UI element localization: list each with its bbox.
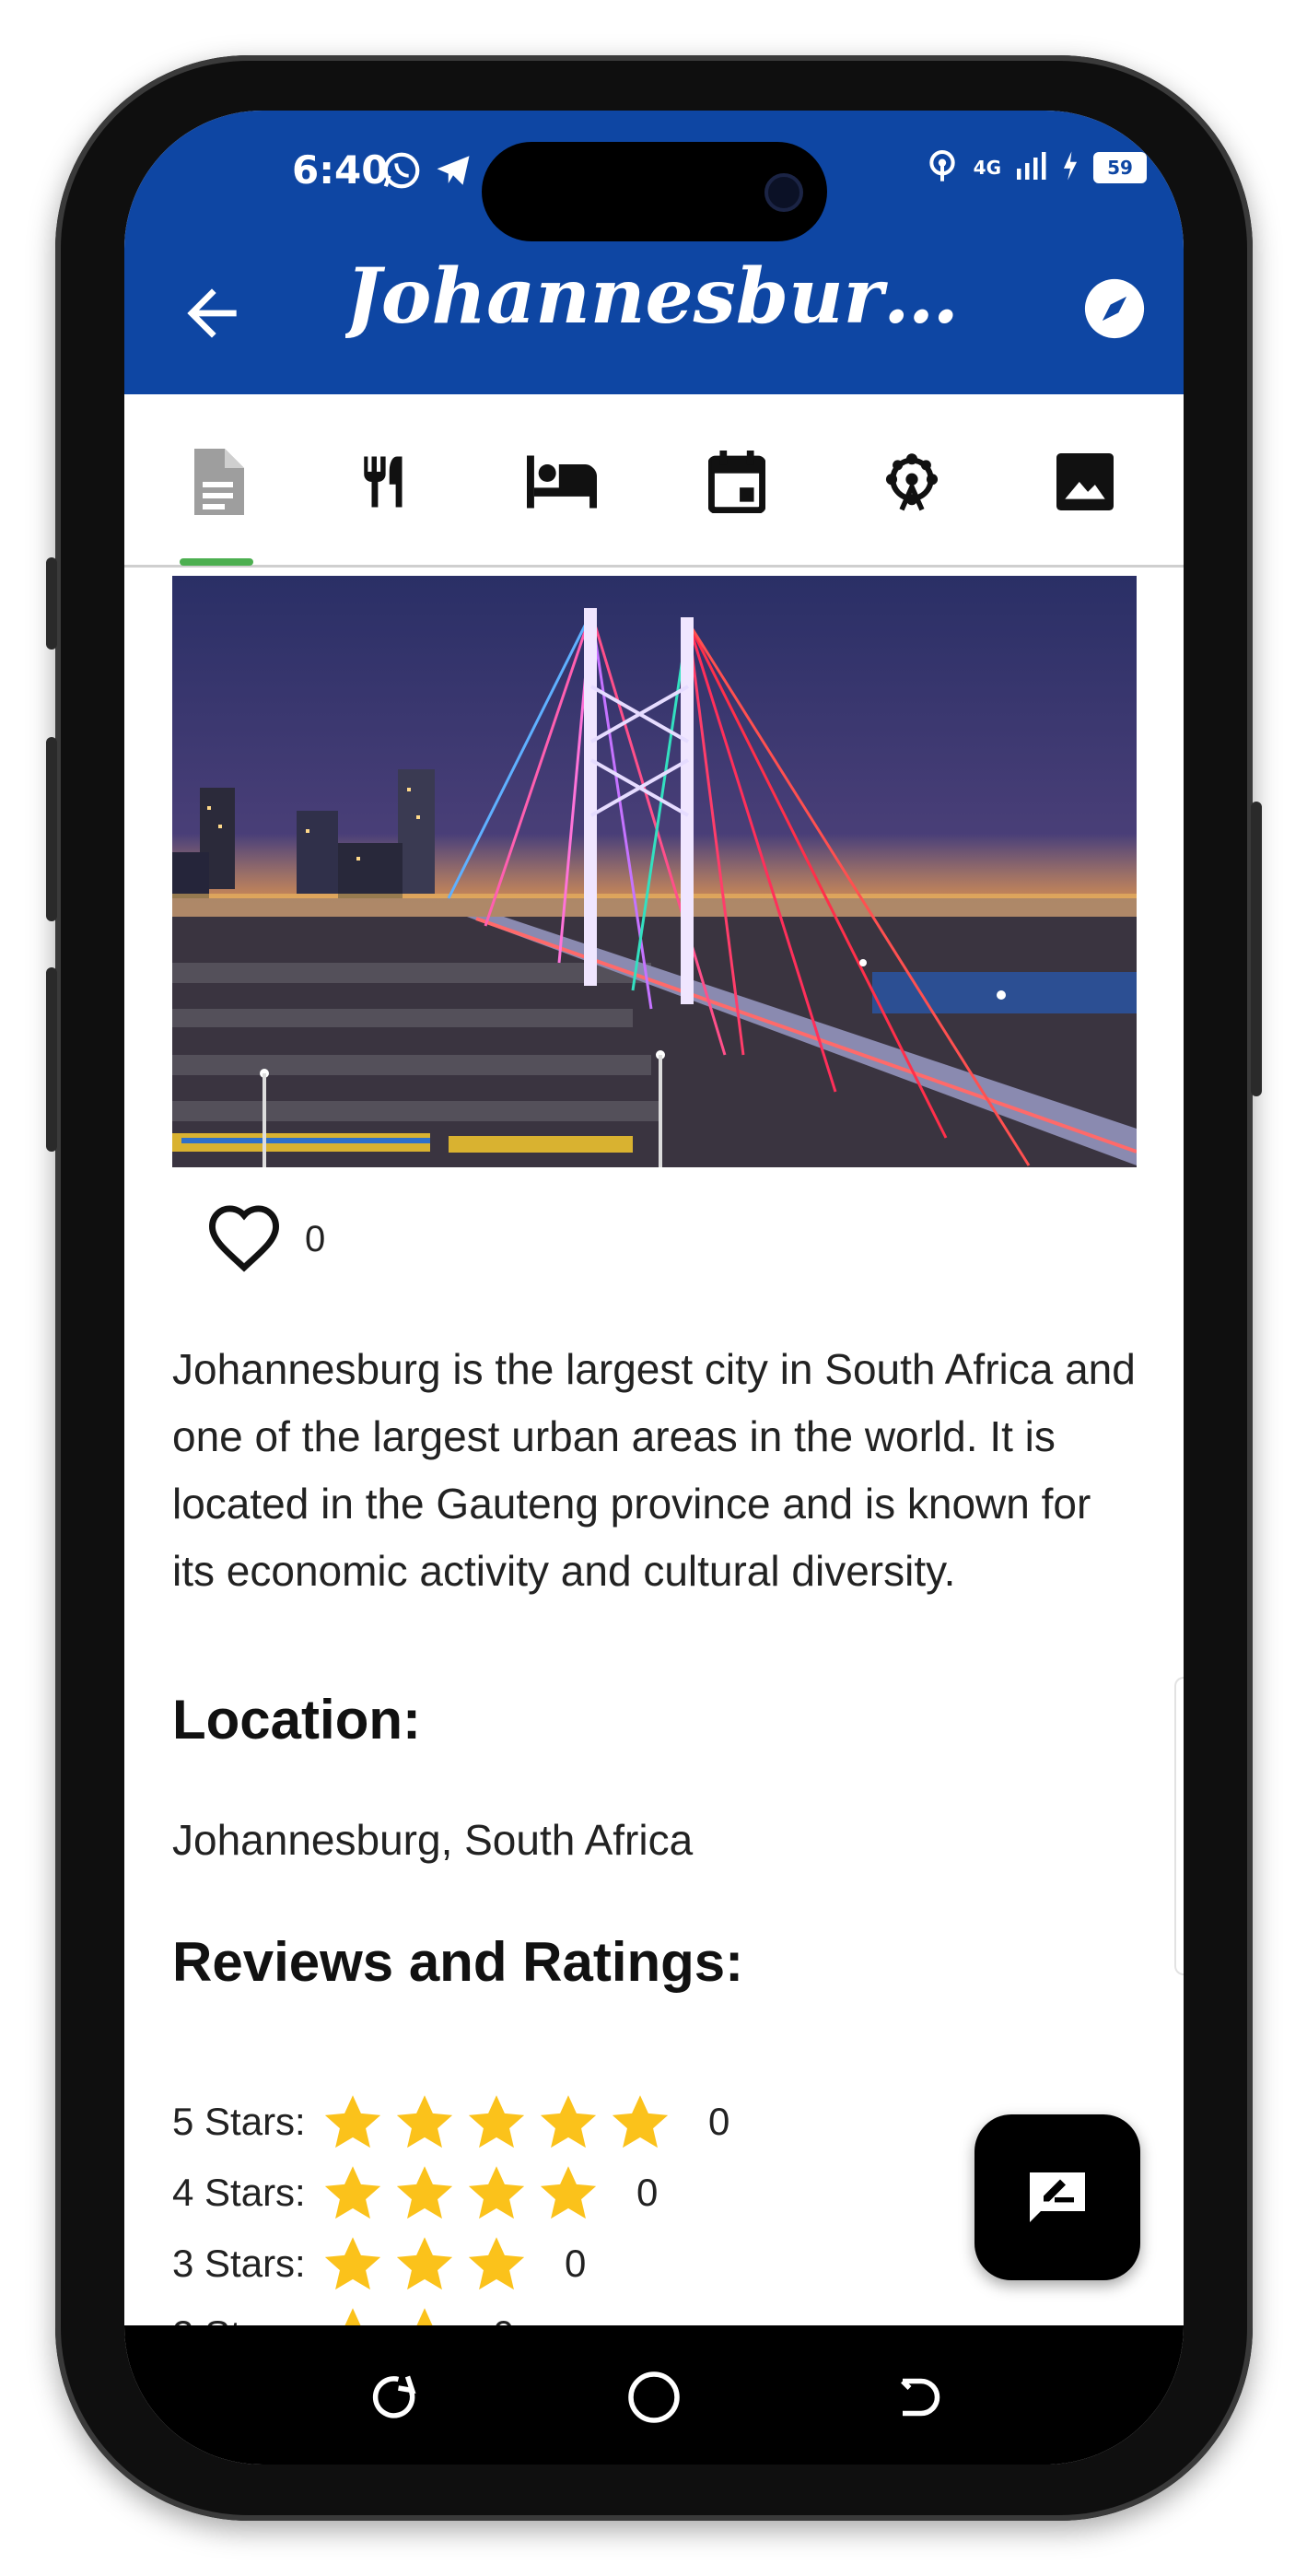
image-icon xyxy=(1056,453,1114,510)
volume-down-button xyxy=(46,967,57,1152)
restaurant-icon xyxy=(364,456,403,508)
heart-icon xyxy=(208,1205,280,1272)
attractions-icon xyxy=(885,453,939,511)
back-button[interactable] xyxy=(175,276,249,350)
rating-count: 0 xyxy=(708,2100,730,2143)
rating-row-4: 4 Stars: 0 xyxy=(172,2162,658,2223)
tab-attractions[interactable] xyxy=(875,445,949,519)
rating-label: 3 Stars: xyxy=(172,2242,306,2285)
battery-level: 59 xyxy=(1093,152,1147,183)
side-panel-handle[interactable] xyxy=(1174,1677,1184,1975)
signal-icon xyxy=(1014,149,1047,186)
telegram-icon xyxy=(433,151,473,193)
tab-restaurants[interactable] xyxy=(350,445,424,519)
back-gesture-icon xyxy=(901,2378,940,2417)
active-tab-indicator xyxy=(180,558,253,566)
back-nav-button[interactable] xyxy=(889,2370,944,2425)
header: 6:40 4G 59 Johannesburg, xyxy=(124,111,1184,394)
explore-button[interactable] xyxy=(1082,276,1147,341)
description: Johannesburg is the largest city in Sout… xyxy=(172,1345,1136,1595)
star-icon xyxy=(396,2237,453,2290)
rating-count: 0 xyxy=(565,2242,587,2285)
compass-icon xyxy=(1084,278,1145,339)
hotspot-icon xyxy=(924,147,961,188)
star-icon xyxy=(396,2166,453,2219)
volume-up-button xyxy=(46,737,57,921)
article-icon xyxy=(194,449,244,515)
network-type: 4G xyxy=(973,157,1001,179)
power-button xyxy=(1251,802,1262,1096)
rating-row-5: 5 Stars: 0 xyxy=(172,2091,729,2152)
status-icons: 4G 59 xyxy=(924,147,1147,188)
system-nav-bar xyxy=(124,2325,1184,2465)
app-bar: Johannesburg, Sou... xyxy=(124,230,1184,394)
star-icon xyxy=(540,2095,597,2149)
rate-review-icon xyxy=(1030,2172,1085,2222)
location-heading: Location: xyxy=(172,1689,421,1751)
star-icon xyxy=(540,2166,597,2219)
like-button[interactable] xyxy=(205,1202,283,1276)
star-group xyxy=(318,2162,603,2223)
home-button[interactable] xyxy=(626,2370,682,2425)
arrow-back-icon xyxy=(187,288,237,338)
star-icon xyxy=(468,2237,525,2290)
star-icon xyxy=(396,2095,453,2149)
status-bar: 6:40 4G 59 xyxy=(124,111,1184,241)
home-circle-icon xyxy=(628,2371,680,2423)
tab-events[interactable] xyxy=(700,445,774,519)
hotel-icon xyxy=(527,455,597,509)
rating-label: 4 Stars: xyxy=(172,2171,306,2214)
recents-button[interactable] xyxy=(368,2370,424,2425)
status-time: 6:40 xyxy=(292,147,389,193)
screen: 6:40 4G 59 Johannesburg, 0 Johannesburg … xyxy=(124,111,1184,2465)
tab-bar xyxy=(124,394,1184,568)
write-review-button[interactable] xyxy=(974,2114,1140,2280)
location-value: Johannesburg, South Africa xyxy=(172,1816,694,1864)
whatsapp-icon xyxy=(380,149,423,195)
star-icon xyxy=(324,2237,381,2290)
recents-icon xyxy=(372,2375,416,2418)
page-title: Johannesburg, Sou... xyxy=(345,252,981,341)
front-camera xyxy=(764,173,803,212)
like-count: 0 xyxy=(305,1218,326,1259)
charging-icon xyxy=(1060,150,1080,185)
rating-row-3: 3 Stars: 0 xyxy=(172,2233,586,2294)
hero-image xyxy=(172,576,1137,1167)
rating-label: 5 Stars: xyxy=(172,2100,306,2143)
like-row: 0 xyxy=(205,1202,325,1276)
action-button xyxy=(46,557,57,650)
star-icon xyxy=(612,2095,669,2149)
tab-gallery[interactable] xyxy=(1048,445,1122,519)
tab-overview[interactable] xyxy=(180,445,253,519)
rating-count: 0 xyxy=(636,2171,659,2214)
star-icon xyxy=(468,2095,525,2149)
star-group xyxy=(318,2091,675,2152)
reviews-heading: Reviews and Ratings: xyxy=(172,1931,744,1993)
star-icon xyxy=(324,2095,381,2149)
star-icon xyxy=(468,2166,525,2219)
star-icon xyxy=(324,2166,381,2219)
tab-hotels[interactable] xyxy=(525,445,599,519)
star-group xyxy=(318,2233,531,2294)
event-icon xyxy=(708,451,765,513)
